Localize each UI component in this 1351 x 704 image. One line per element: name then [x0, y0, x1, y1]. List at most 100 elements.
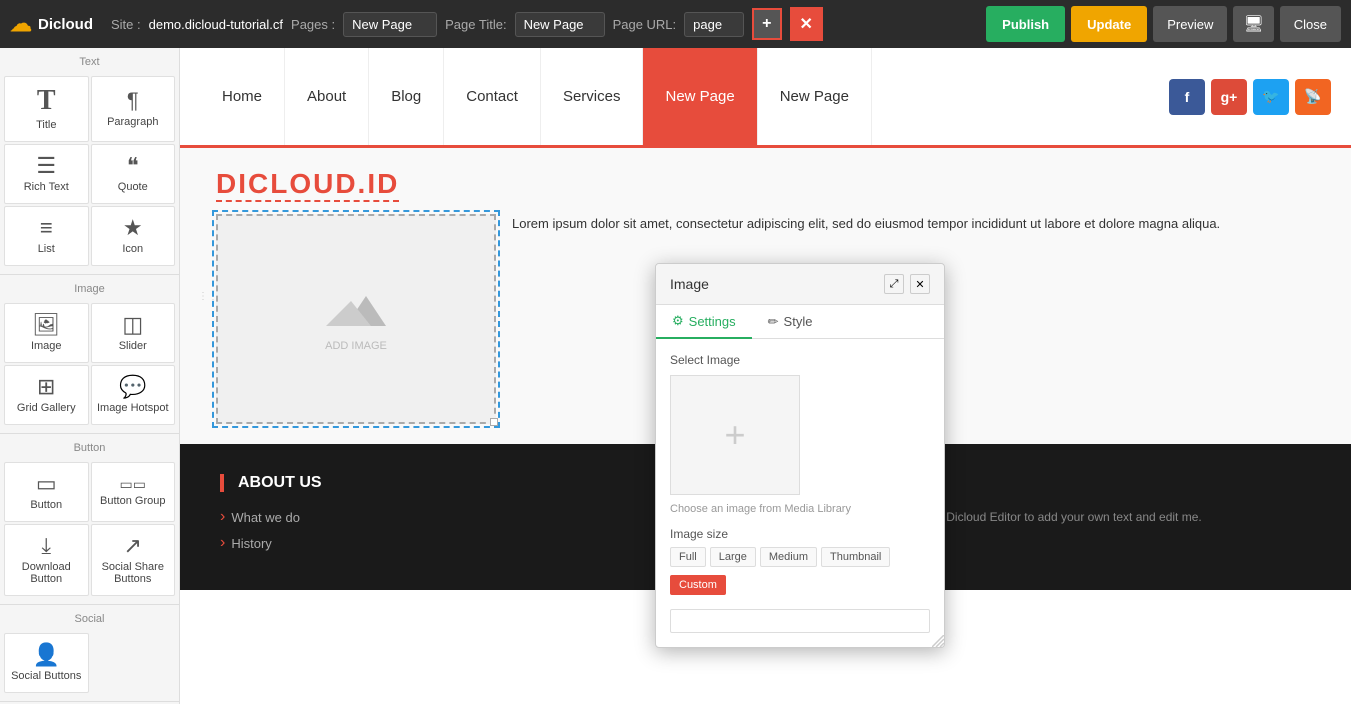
sidebar-item-label: Quote — [118, 181, 148, 193]
title-icon: T — [37, 87, 56, 115]
size-thumbnail[interactable]: Thumbnail — [821, 547, 890, 567]
hotspot-icon: 💬 — [119, 376, 146, 398]
sidebar-item-richtext[interactable]: ☰ Rich Text — [4, 144, 89, 204]
sidebar-item-social-share[interactable]: ↗ Social Share Buttons — [91, 524, 176, 596]
size-custom[interactable]: Custom — [670, 575, 726, 595]
richtext-icon: ☰ — [36, 155, 56, 177]
add-image-icon: + — [724, 414, 745, 456]
image-size-options: Full Large Medium Thumbnail — [670, 547, 930, 567]
sidebar-section-social: Social — [0, 604, 179, 629]
grid-gallery-icon: ⊞ — [37, 376, 55, 398]
image-hint: Choose an image from Media Library — [670, 503, 930, 515]
sidebar-item-social-buttons[interactable]: 👤 Social Buttons — [4, 633, 89, 693]
sidebar-item-label: Social Buttons — [11, 670, 81, 682]
sidebar-section-image: Image — [0, 274, 179, 299]
sidebar-item-label: Rich Text — [24, 181, 69, 193]
topbar-actions: Publish Update Preview 🖥 Close — [986, 6, 1341, 42]
sidebar-item-grid-gallery[interactable]: ⊞ Grid Gallery — [4, 365, 89, 425]
sidebar-item-label: Slider — [119, 340, 147, 352]
modal-close-button[interactable]: ✕ — [910, 274, 930, 294]
sidebar-social-grid: 👤 Social Buttons — [0, 629, 179, 697]
sidebar-item-button[interactable]: ▭ Button — [4, 462, 89, 522]
sidebar-item-image-hotspot[interactable]: 💬 Image Hotspot — [91, 365, 176, 425]
sidebar-item-slider[interactable]: ◫ Slider — [91, 303, 176, 363]
select-image-label: Select Image — [670, 353, 930, 367]
social-buttons-icon: 👤 — [33, 644, 60, 666]
icon-icon: ★ — [123, 217, 143, 239]
sidebar-item-quote[interactable]: ❝ Quote — [91, 144, 176, 204]
sidebar-item-label: Button — [30, 499, 62, 511]
modal-title: Image — [670, 276, 709, 292]
logo: ☁ Dicloud — [10, 11, 93, 37]
sidebar-item-title[interactable]: T Title — [4, 76, 89, 142]
button-group-icon: ▭▭ — [120, 477, 146, 491]
download-icon: ⤓ — [41, 535, 51, 557]
delete-page-button[interactable]: ✕ — [790, 7, 823, 41]
logo-icon: ☁ — [10, 11, 32, 37]
close-button[interactable]: Close — [1280, 6, 1341, 42]
page-url-input[interactable] — [684, 12, 744, 37]
sidebar-button-grid: ▭ Button ▭▭ Button Group ⤓ Download Butt… — [0, 458, 179, 600]
canvas: Home About Blog Contact Services New Pag… — [180, 48, 1351, 704]
sidebar-item-label: List — [38, 243, 55, 255]
sidebar: Text T Title ¶ Paragraph ☰ Rich Text ❝ Q… — [0, 48, 180, 704]
sidebar-item-paragraph[interactable]: ¶ Paragraph — [91, 76, 176, 142]
page-title-input[interactable] — [515, 12, 605, 37]
sidebar-item-label: Title — [36, 119, 56, 131]
topbar: ☁ Dicloud Site : demo.dicloud-tutorial.c… — [0, 0, 1351, 48]
page-url-label: Page URL: — [613, 17, 677, 32]
modal-resize-handle[interactable] — [932, 635, 944, 647]
sidebar-image-grid: 🖼 Image ◫ Slider ⊞ Grid Gallery 💬 Image … — [0, 299, 179, 429]
page-title-label: Page Title: — [445, 17, 506, 32]
modal-tab-style[interactable]: ✏ Style — [752, 305, 829, 338]
sidebar-item-icon[interactable]: ★ Icon — [91, 206, 176, 266]
image-size-label: Image size — [670, 527, 930, 541]
size-full[interactable]: Full — [670, 547, 706, 567]
sidebar-item-label: Image Hotspot — [97, 402, 169, 414]
slider-icon: ◫ — [122, 314, 143, 336]
image-icon: 🖼 — [32, 314, 60, 336]
publish-button[interactable]: Publish — [986, 6, 1065, 42]
paragraph-icon: ¶ — [127, 90, 139, 112]
settings-icon: ⚙ — [672, 313, 684, 329]
pages-label: Pages : — [291, 17, 335, 32]
sidebar-item-download-button[interactable]: ⤓ Download Button — [4, 524, 89, 596]
image-select-box[interactable]: + — [670, 375, 800, 495]
modal-expand-button[interactable]: ⤢ — [884, 274, 904, 294]
sidebar-item-label: Image — [31, 340, 62, 352]
main-layout: Text T Title ¶ Paragraph ☰ Rich Text ❝ Q… — [0, 48, 1351, 704]
pages-select[interactable]: New Page — [343, 12, 437, 37]
button-icon: ▭ — [36, 473, 57, 495]
site-label: Site : — [111, 17, 141, 32]
list-icon: ≡ — [40, 217, 53, 239]
sidebar-section-text: Text — [0, 48, 179, 72]
logo-text: Dicloud — [38, 16, 93, 33]
sidebar-item-label: Paragraph — [107, 116, 158, 128]
sidebar-item-label: Social Share Buttons — [96, 561, 171, 585]
social-share-icon: ↗ — [124, 535, 142, 557]
add-page-button[interactable]: + — [752, 8, 781, 40]
modal-header: Image ⤢ ✕ — [656, 264, 944, 305]
size-medium[interactable]: Medium — [760, 547, 817, 567]
modal-tab-settings[interactable]: ⚙ Settings — [656, 305, 752, 339]
site-value: demo.dicloud-tutorial.cf — [149, 17, 283, 32]
sidebar-item-list[interactable]: ≡ List — [4, 206, 89, 266]
sidebar-item-label: Button Group — [100, 495, 165, 507]
update-button[interactable]: Update — [1071, 6, 1147, 42]
sidebar-item-button-group[interactable]: ▭▭ Button Group — [91, 462, 176, 522]
modal-body: Select Image + Choose an image from Medi… — [656, 339, 944, 647]
size-large[interactable]: Large — [710, 547, 756, 567]
sidebar-item-image[interactable]: 🖼 Image — [4, 303, 89, 363]
modal-controls: ⤢ ✕ — [884, 274, 930, 294]
sidebar-item-label: Download Button — [9, 561, 84, 585]
monitor-button[interactable]: 🖥 — [1233, 6, 1273, 42]
modal-tabs: ⚙ Settings ✏ Style — [656, 305, 944, 339]
custom-size-input[interactable] — [670, 609, 930, 633]
sidebar-item-label: Grid Gallery — [17, 402, 76, 414]
preview-button[interactable]: Preview — [1153, 6, 1227, 42]
sidebar-item-label: Icon — [122, 243, 143, 255]
quote-icon: ❝ — [127, 155, 139, 177]
image-modal: Image ⤢ ✕ ⚙ Settings ✏ Style — [655, 263, 945, 648]
sidebar-section-button: Button — [0, 433, 179, 458]
sidebar-text-grid: T Title ¶ Paragraph ☰ Rich Text ❝ Quote … — [0, 72, 179, 270]
